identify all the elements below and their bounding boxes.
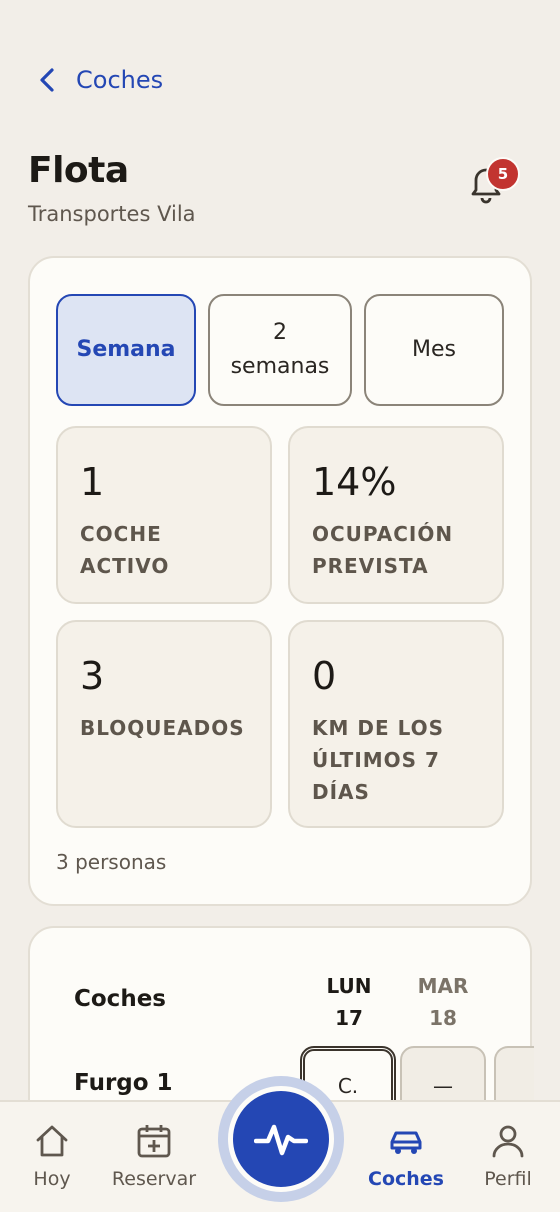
stat-label: Km de los últimos 7 días <box>312 716 445 804</box>
fleet-summary-card: Semana 2 semanas Mes 1 Coche activo 14% … <box>28 256 532 906</box>
tab-hoy[interactable]: Hoy <box>2 1122 102 1190</box>
tab-perfil[interactable]: Perfil <box>458 1122 558 1190</box>
range-two-weeks-button[interactable]: 2 semanas <box>208 294 352 406</box>
notification-badge: 5 <box>486 157 520 191</box>
stat-value: 3 <box>80 654 105 698</box>
stat-active-cars: 1 Coche activo <box>56 426 272 604</box>
tab-coches[interactable]: Coches <box>356 1122 456 1190</box>
day-dow: MAR <box>417 974 469 998</box>
page-subtitle: Transportes Vila <box>28 202 196 226</box>
calendar-plus-icon <box>137 1125 171 1158</box>
home-icon <box>36 1125 68 1157</box>
car-icon <box>390 1131 422 1154</box>
tab-label: Hoy <box>33 1168 71 1190</box>
back-button[interactable]: Coches <box>36 60 163 100</box>
back-label: Coches <box>76 66 164 94</box>
stat-label: Bloqueados <box>80 716 245 740</box>
chevron-left-icon <box>40 68 54 92</box>
tab-label: Coches <box>368 1168 444 1190</box>
schedule-heading: Coches <box>74 986 166 1012</box>
car-row-name: Furgo 1 <box>74 1070 173 1096</box>
day-header: MAR 18 <box>408 970 478 1034</box>
tab-label: Perfil <box>484 1168 532 1190</box>
range-month-button[interactable]: Mes <box>364 294 504 406</box>
stat-value: 0 <box>312 654 337 698</box>
stat-km: 0 Km de los últimos 7 días <box>288 620 504 828</box>
tab-reservar[interactable]: Reservar <box>104 1122 204 1190</box>
day-dow: LUN <box>326 974 372 998</box>
stat-value: 14% <box>312 460 397 504</box>
day-date: 17 <box>335 1006 363 1030</box>
tab-label: Reservar <box>111 1168 197 1190</box>
day-header-today: LUN 17 <box>314 970 384 1034</box>
day-date: 18 <box>429 1006 457 1030</box>
page-title: Flota <box>28 150 129 191</box>
stat-value: 1 <box>80 460 105 504</box>
people-count: 3 personas <box>56 850 167 874</box>
user-icon <box>492 1125 524 1158</box>
range-week-button[interactable]: Semana <box>56 294 196 406</box>
stat-label: Ocupación prevista <box>312 522 454 578</box>
stat-occupancy: 14% Ocupación prevista <box>288 426 504 604</box>
stat-label: Coche activo <box>80 522 170 578</box>
activity-icon <box>254 1124 308 1156</box>
stat-blocked: 3 Bloqueados <box>56 620 272 828</box>
activity-button[interactable] <box>228 1086 334 1192</box>
